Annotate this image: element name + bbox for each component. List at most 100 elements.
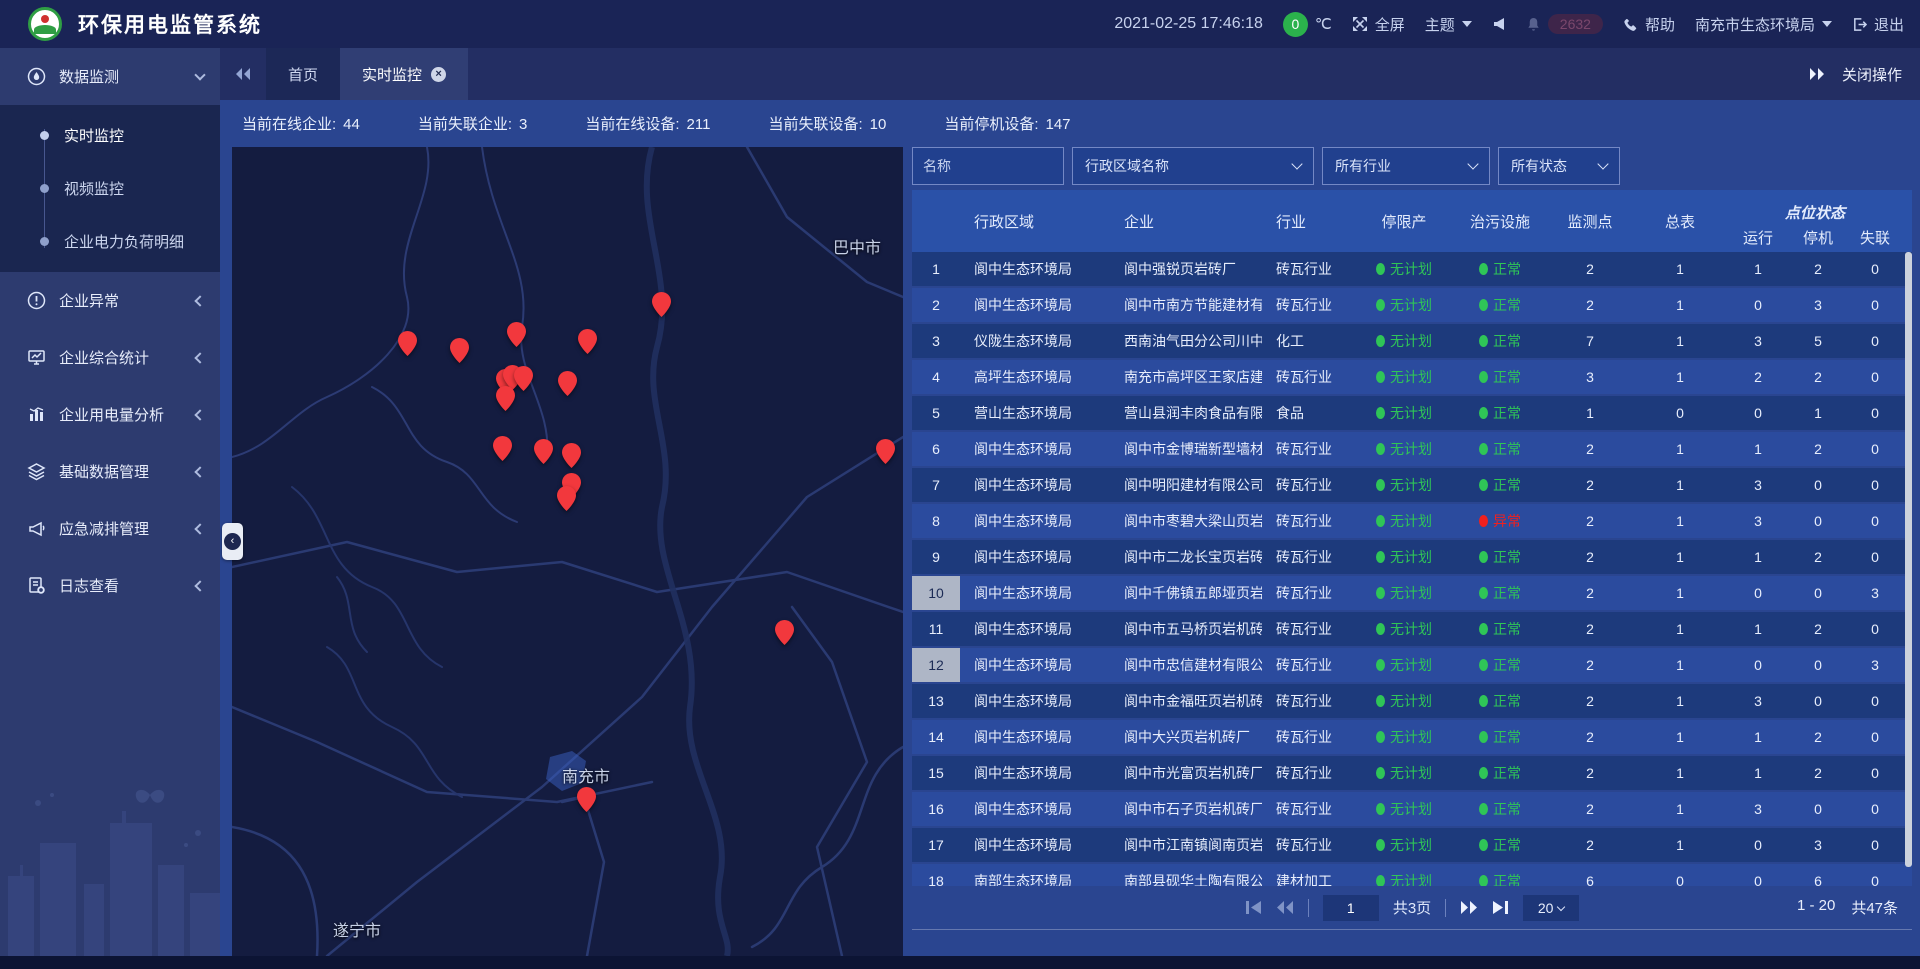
- map-pin-marker[interactable]: [558, 371, 577, 396]
- sidebar-subitem-0-0[interactable]: 实时监控: [0, 109, 220, 162]
- region-select[interactable]: 行政区域名称: [1072, 147, 1314, 185]
- table-row[interactable]: 15阆中生态环境局阆中市光富页岩机砖厂砖瓦行业无计划正常21120: [912, 756, 1912, 790]
- sidebar-item-4[interactable]: 基础数据管理: [0, 443, 220, 500]
- status-dot: [1376, 803, 1385, 815]
- table-row[interactable]: 7阆中生态环境局阆中明阳建材有限公司砖瓦行业无计划正常21300: [912, 468, 1912, 502]
- sidebar-item-0[interactable]: 数据监测: [0, 48, 220, 105]
- column-header-lost: 失联: [1846, 224, 1904, 252]
- industry-select[interactable]: 所有行业: [1322, 147, 1490, 185]
- sidebar-item-3[interactable]: 企业用电量分析: [0, 386, 220, 443]
- table-row[interactable]: 10阆中生态环境局阆中千佛镇五郎垭页岩砖瓦行业无计划正常21003: [912, 576, 1912, 610]
- map-pin-marker[interactable]: [557, 486, 576, 511]
- map-panel[interactable]: 巴中市南充市遂宁市 ‹: [232, 147, 903, 956]
- mute-button[interactable]: [1492, 17, 1506, 31]
- table-scrollbar[interactable]: [1905, 252, 1912, 886]
- map-pin-marker[interactable]: [493, 436, 512, 461]
- table-row[interactable]: 8阆中生态环境局阆中市枣碧大梁山页岩砖瓦行业无计划异常21300: [912, 504, 1912, 538]
- table-row[interactable]: 16阆中生态环境局阆中市石子页岩机砖厂砖瓦行业无计划正常21300: [912, 792, 1912, 826]
- tab-realtime-monitor[interactable]: 实时监控 ×: [340, 48, 468, 100]
- table-row[interactable]: 17阆中生态环境局阆中市江南镇阆南页岩砖瓦行业无计划正常21030: [912, 828, 1912, 862]
- map-pin-marker[interactable]: [876, 439, 895, 464]
- sidebar-subitem-0-2[interactable]: 企业电力负荷明细: [0, 215, 220, 268]
- row-index-cell: 4: [912, 360, 960, 394]
- last-page-button[interactable]: [1492, 900, 1509, 915]
- region-cell: 阆中生态环境局: [960, 727, 1110, 747]
- table-row[interactable]: 14阆中生态环境局阆中大兴页岩机砖厂砖瓦行业无计划正常21120: [912, 720, 1912, 754]
- map-pin-marker[interactable]: [562, 443, 581, 468]
- theme-dropdown[interactable]: 主题: [1425, 14, 1472, 35]
- table-row[interactable]: 18南部生态环境局南部县砚华土陶有限公建材加工无计划正常60060: [912, 864, 1912, 886]
- stop-limit-cell: 无计划: [1354, 547, 1454, 567]
- run-cell: 1: [1726, 441, 1790, 457]
- table-row[interactable]: 6阆中生态环境局阆中市金博瑞新型墙材砖瓦行业无计划正常21120: [912, 432, 1912, 466]
- first-page-button[interactable]: [1245, 900, 1262, 915]
- page-size-select[interactable]: 20: [1523, 895, 1579, 921]
- map-pin-marker[interactable]: [534, 439, 553, 464]
- prev-page-button[interactable]: [1276, 900, 1294, 915]
- map-pin-marker[interactable]: [514, 366, 533, 391]
- table-row[interactable]: 9阆中生态环境局阆中市二龙长宝页岩砖砖瓦行业无计划正常21120: [912, 540, 1912, 574]
- sidebar-item-1[interactable]: 企业异常: [0, 272, 220, 329]
- logout-button[interactable]: 退出: [1852, 14, 1904, 35]
- facility-cell: 正常: [1454, 367, 1546, 387]
- chevron-down-icon: [1597, 158, 1608, 169]
- tab-close-icon[interactable]: ×: [431, 67, 446, 82]
- tab-home[interactable]: 首页: [266, 48, 340, 100]
- scrollbar-thumb[interactable]: [1905, 252, 1912, 867]
- table-row[interactable]: 12阆中生态环境局阆中市忠信建材有限公砖瓦行业无计划正常21003: [912, 648, 1912, 682]
- map-pin-marker[interactable]: [578, 329, 597, 354]
- tabs-scroll-right-button[interactable]: [1808, 67, 1826, 81]
- map-pin-marker[interactable]: [496, 386, 515, 411]
- fullscreen-button[interactable]: 全屏: [1352, 14, 1405, 35]
- sidebar-subitem-0-1[interactable]: 视频监控: [0, 162, 220, 215]
- stat-value: 3: [519, 116, 527, 133]
- content-area: 当前在线企业:44当前失联企业:3当前在线设备:211当前失联设备:10当前停机…: [220, 100, 1920, 956]
- region-cell: 仪陇生态环境局: [960, 331, 1110, 351]
- tabs-scroll-left-button[interactable]: [220, 48, 266, 100]
- close-operations-button[interactable]: 关闭操作: [1842, 64, 1902, 85]
- sidebar-item-6[interactable]: 日志查看: [0, 557, 220, 614]
- status-text: 无计划: [1390, 727, 1432, 747]
- table-row[interactable]: 2阆中生态环境局阆中市南方节能建材有砖瓦行业无计划正常21030: [912, 288, 1912, 322]
- map-pin-marker[interactable]: [577, 787, 596, 812]
- map-pin-marker[interactable]: [507, 322, 526, 347]
- status-dot: [1376, 767, 1385, 779]
- facility-cell: 正常: [1454, 583, 1546, 603]
- name-search-input[interactable]: [912, 147, 1064, 185]
- notifications-button[interactable]: 2632: [1526, 14, 1603, 34]
- status-dot: [1479, 803, 1488, 815]
- status-text: 无计划: [1390, 331, 1432, 351]
- app-header: 环保用电监管系统 2021-02-25 17:46:18 0 ℃ 全屏 主题 2…: [0, 0, 1920, 48]
- org-dropdown[interactable]: 南充市生态环境局: [1695, 14, 1832, 35]
- status-dot: [1376, 875, 1385, 886]
- next-page-button[interactable]: [1460, 900, 1478, 915]
- map-pin-marker[interactable]: [775, 620, 794, 645]
- table-row[interactable]: 4高坪生态环境局南充市高坪区王家店建砖瓦行业无计划正常31220: [912, 360, 1912, 394]
- points-cell: 2: [1546, 621, 1634, 637]
- sidebar-item-label: 数据监测: [59, 66, 119, 87]
- stop-limit-cell: 无计划: [1354, 727, 1454, 747]
- run-cell: 0: [1726, 297, 1790, 313]
- map-pin-marker[interactable]: [450, 338, 469, 363]
- sidebar-item-5[interactable]: 应急减排管理: [0, 500, 220, 557]
- row-index-cell: 14: [912, 720, 960, 754]
- stat-label: 当前失联设备:: [768, 116, 862, 133]
- table-row[interactable]: 11阆中生态环境局阆中市五马桥页岩机砖砖瓦行业无计划正常21120: [912, 612, 1912, 646]
- map-pin-marker[interactable]: [652, 292, 671, 317]
- row-index-cell: 1: [912, 252, 960, 286]
- table-row[interactable]: 1阆中生态环境局阆中强锐页岩砖厂砖瓦行业无计划正常21120: [912, 252, 1912, 286]
- points-cell: 2: [1546, 801, 1634, 817]
- company-cell: 南充市高坪区王家店建: [1110, 367, 1262, 387]
- help-button[interactable]: 帮助: [1623, 14, 1675, 35]
- map-pin-marker[interactable]: [398, 331, 417, 356]
- table-row[interactable]: 5营山生态环境局营山县润丰肉食品有限食品无计划正常10010: [912, 396, 1912, 430]
- status-select[interactable]: 所有状态: [1498, 147, 1620, 185]
- sidebar-item-2[interactable]: 企业综合统计: [0, 329, 220, 386]
- map-collapse-handle[interactable]: ‹: [222, 523, 243, 560]
- table-row[interactable]: 13阆中生态环境局阆中市金福旺页岩机砖砖瓦行业无计划正常21300: [912, 684, 1912, 718]
- company-cell: 阆中市金福旺页岩机砖: [1110, 691, 1262, 711]
- halt-cell: 6: [1790, 873, 1846, 886]
- industry-cell: 砖瓦行业: [1262, 439, 1354, 459]
- page-number-input[interactable]: [1323, 895, 1379, 921]
- table-row[interactable]: 3仪陇生态环境局西南油气田分公司川中化工无计划正常71350: [912, 324, 1912, 358]
